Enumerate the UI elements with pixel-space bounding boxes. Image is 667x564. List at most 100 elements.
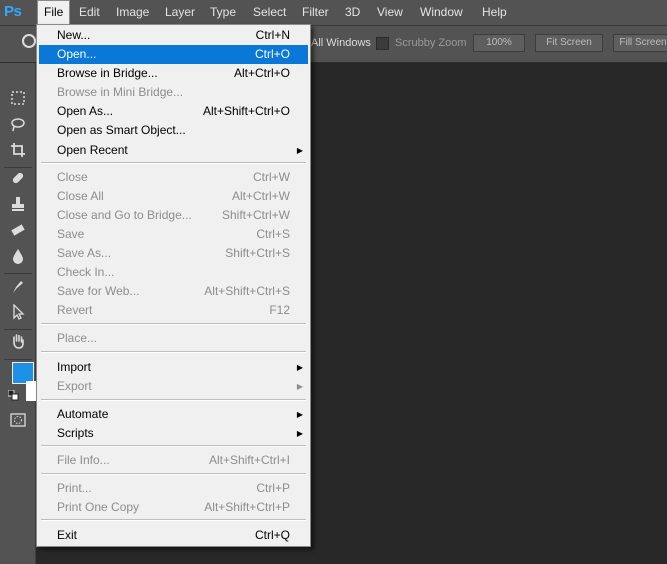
menu-item-shortcut: Alt+Shift+Ctrl+O <box>202 104 290 118</box>
scrubby-zoom-checkbox[interactable] <box>376 37 389 50</box>
menu-item-shortcut: Alt+Shift+Ctrl+P <box>204 500 290 514</box>
menu-separator <box>41 445 306 447</box>
menu-item-automate[interactable]: Automate ▶ <box>39 405 308 424</box>
menu-item-save-as[interactable]: Save As... Shift+Ctrl+S <box>39 244 308 263</box>
submenu-arrow-icon: ▶ <box>296 146 303 155</box>
menu-item-label: Open Recent <box>57 143 128 157</box>
blur-icon[interactable] <box>8 248 28 268</box>
menu-item-label: Open as Smart Object... <box>57 123 186 137</box>
menu-separator <box>41 351 306 353</box>
menu-item-shortcut: Ctrl+O <box>254 47 290 61</box>
menu-file[interactable]: File <box>37 0 71 25</box>
menu-item-scripts[interactable]: Scripts ▶ <box>39 424 308 443</box>
menu-item-label: New... <box>57 28 91 42</box>
menu-item-new[interactable]: New... Ctrl+N <box>39 26 308 45</box>
menu-item-label: Export <box>57 379 92 393</box>
menu-item-close[interactable]: Close Ctrl+W <box>39 168 308 187</box>
menu-separator <box>41 323 306 325</box>
menu-item-shortcut: Shift+Ctrl+W <box>221 208 290 222</box>
menu-separator <box>41 399 306 401</box>
menu-item-browse-in-bridge[interactable]: Browse in Bridge... Alt+Ctrl+O <box>39 64 308 83</box>
menu-view[interactable]: View <box>371 0 409 25</box>
menu-item-label: Browse in Mini Bridge... <box>57 85 184 99</box>
menu-item-label: Print One Copy <box>57 500 140 514</box>
menu-item-open-as-smart-object[interactable]: Open as Smart Object... <box>39 121 308 140</box>
menu-item-browse-in-mini-bridge[interactable]: Browse in Mini Bridge... <box>39 83 308 102</box>
tool-separator <box>4 273 32 274</box>
menu-item-label: Place... <box>57 331 98 345</box>
menu-item-close-and-go-to-bridge[interactable]: Close and Go to Bridge... Shift+Ctrl+W <box>39 206 308 225</box>
menu-item-shortcut: F12 <box>269 303 290 317</box>
path-selection-icon[interactable] <box>8 303 28 324</box>
menu-bar: Ps File Edit Image Layer Type Select Fil… <box>0 0 667 26</box>
menu-item-label: Save <box>57 227 85 241</box>
menu-item-label: Browse in Bridge... <box>57 66 158 80</box>
fill-screen-button[interactable]: Fill Screen <box>613 34 667 52</box>
clone-stamp-icon[interactable] <box>8 196 28 216</box>
menu-item-revert[interactable]: Revert F12 <box>39 301 308 320</box>
menu-item-shortcut: Ctrl+W <box>253 170 290 184</box>
menu-layer[interactable]: Layer <box>159 0 201 25</box>
default-colors-icon[interactable] <box>7 388 20 401</box>
menu-item-print[interactable]: Print... Ctrl+P <box>39 479 308 498</box>
menu-image[interactable]: Image <box>110 0 155 25</box>
menu-item-shortcut: Alt+Ctrl+O <box>233 66 290 80</box>
submenu-arrow-icon: ▶ <box>296 429 303 438</box>
menu-item-shortcut: Ctrl+S <box>256 227 290 241</box>
menu-item-close-all[interactable]: Close All Alt+Ctrl+W <box>39 187 308 206</box>
menu-item-label: File Info... <box>57 453 110 467</box>
menu-item-shortcut: Alt+Ctrl+W <box>231 189 290 203</box>
menu-item-shortcut: Alt+Shift+Ctrl+I <box>208 453 290 467</box>
tools-panel <box>0 63 38 564</box>
fit-screen-button[interactable]: Fit Screen <box>535 34 603 52</box>
menu-item-open[interactable]: Open... Ctrl+O <box>39 45 308 64</box>
lasso-icon[interactable] <box>8 116 28 136</box>
file-menu-dropdown: New... Ctrl+N Open... Ctrl+O Browse in Bri… <box>36 24 311 547</box>
tool-separator <box>4 167 32 168</box>
menu-item-open-recent[interactable]: Open Recent ▶ <box>39 141 308 160</box>
menu-item-export[interactable]: Export ▶ <box>39 377 308 396</box>
zoom-100-button[interactable]: 100% <box>473 34 525 52</box>
tool-separator <box>4 359 32 360</box>
menu-item-label: Open As... <box>57 104 114 118</box>
pen-icon[interactable] <box>8 278 28 298</box>
hand-icon[interactable] <box>8 333 28 353</box>
tool-separator <box>4 329 32 330</box>
menu-item-check-in[interactable]: Check In... <box>39 263 308 282</box>
menu-item-label: Print... <box>57 481 92 495</box>
scrubby-zoom-label: Scrubby Zoom <box>395 37 467 49</box>
zoom-all-windows-label[interactable]: All Windows <box>311 37 371 49</box>
menu-select[interactable]: Select <box>247 0 292 25</box>
menu-item-label: Import <box>57 360 92 374</box>
menu-item-label: Scripts <box>57 426 94 440</box>
menu-item-shortcut: Alt+Shift+Ctrl+S <box>204 284 290 298</box>
menu-type[interactable]: Type <box>204 0 242 25</box>
marquee-icon[interactable] <box>8 90 28 110</box>
menu-edit[interactable]: Edit <box>73 0 106 25</box>
menu-item-label: Check In... <box>57 265 115 279</box>
menu-item-label: Automate <box>57 407 109 421</box>
menu-help[interactable]: Help <box>476 0 513 25</box>
quick-mask-icon[interactable] <box>8 413 28 433</box>
crop-icon[interactable] <box>8 142 28 162</box>
menu-window[interactable]: Window <box>414 0 469 25</box>
zoom-icon[interactable] <box>22 34 36 48</box>
menu-item-file-info[interactable]: File Info... Alt+Shift+Ctrl+I <box>39 451 308 470</box>
menu-item-label: Close <box>57 170 88 184</box>
menu-filter[interactable]: Filter <box>296 0 335 25</box>
healing-brush-icon[interactable] <box>8 170 28 190</box>
menu-item-save-for-web[interactable]: Save for Web... Alt+Shift+Ctrl+S <box>39 282 308 301</box>
menu-3d[interactable]: 3D <box>339 0 366 25</box>
eraser-icon[interactable] <box>8 222 28 242</box>
menu-item-exit[interactable]: Exit Ctrl+Q <box>39 526 308 545</box>
menu-item-shortcut: Shift+Ctrl+S <box>225 246 290 260</box>
menu-separator <box>41 162 306 164</box>
menu-item-import[interactable]: Import ▶ <box>39 358 308 377</box>
menu-separator <box>41 519 306 521</box>
menu-separator <box>41 473 306 475</box>
menu-item-open-as[interactable]: Open As... Alt+Shift+Ctrl+O <box>39 102 308 121</box>
menu-item-print-one-copy[interactable]: Print One Copy Alt+Shift+Ctrl+P <box>39 498 308 517</box>
menu-item-save[interactable]: Save Ctrl+S <box>39 225 308 244</box>
menu-item-label: Exit <box>57 528 78 542</box>
menu-item-place[interactable]: Place... <box>39 329 308 348</box>
